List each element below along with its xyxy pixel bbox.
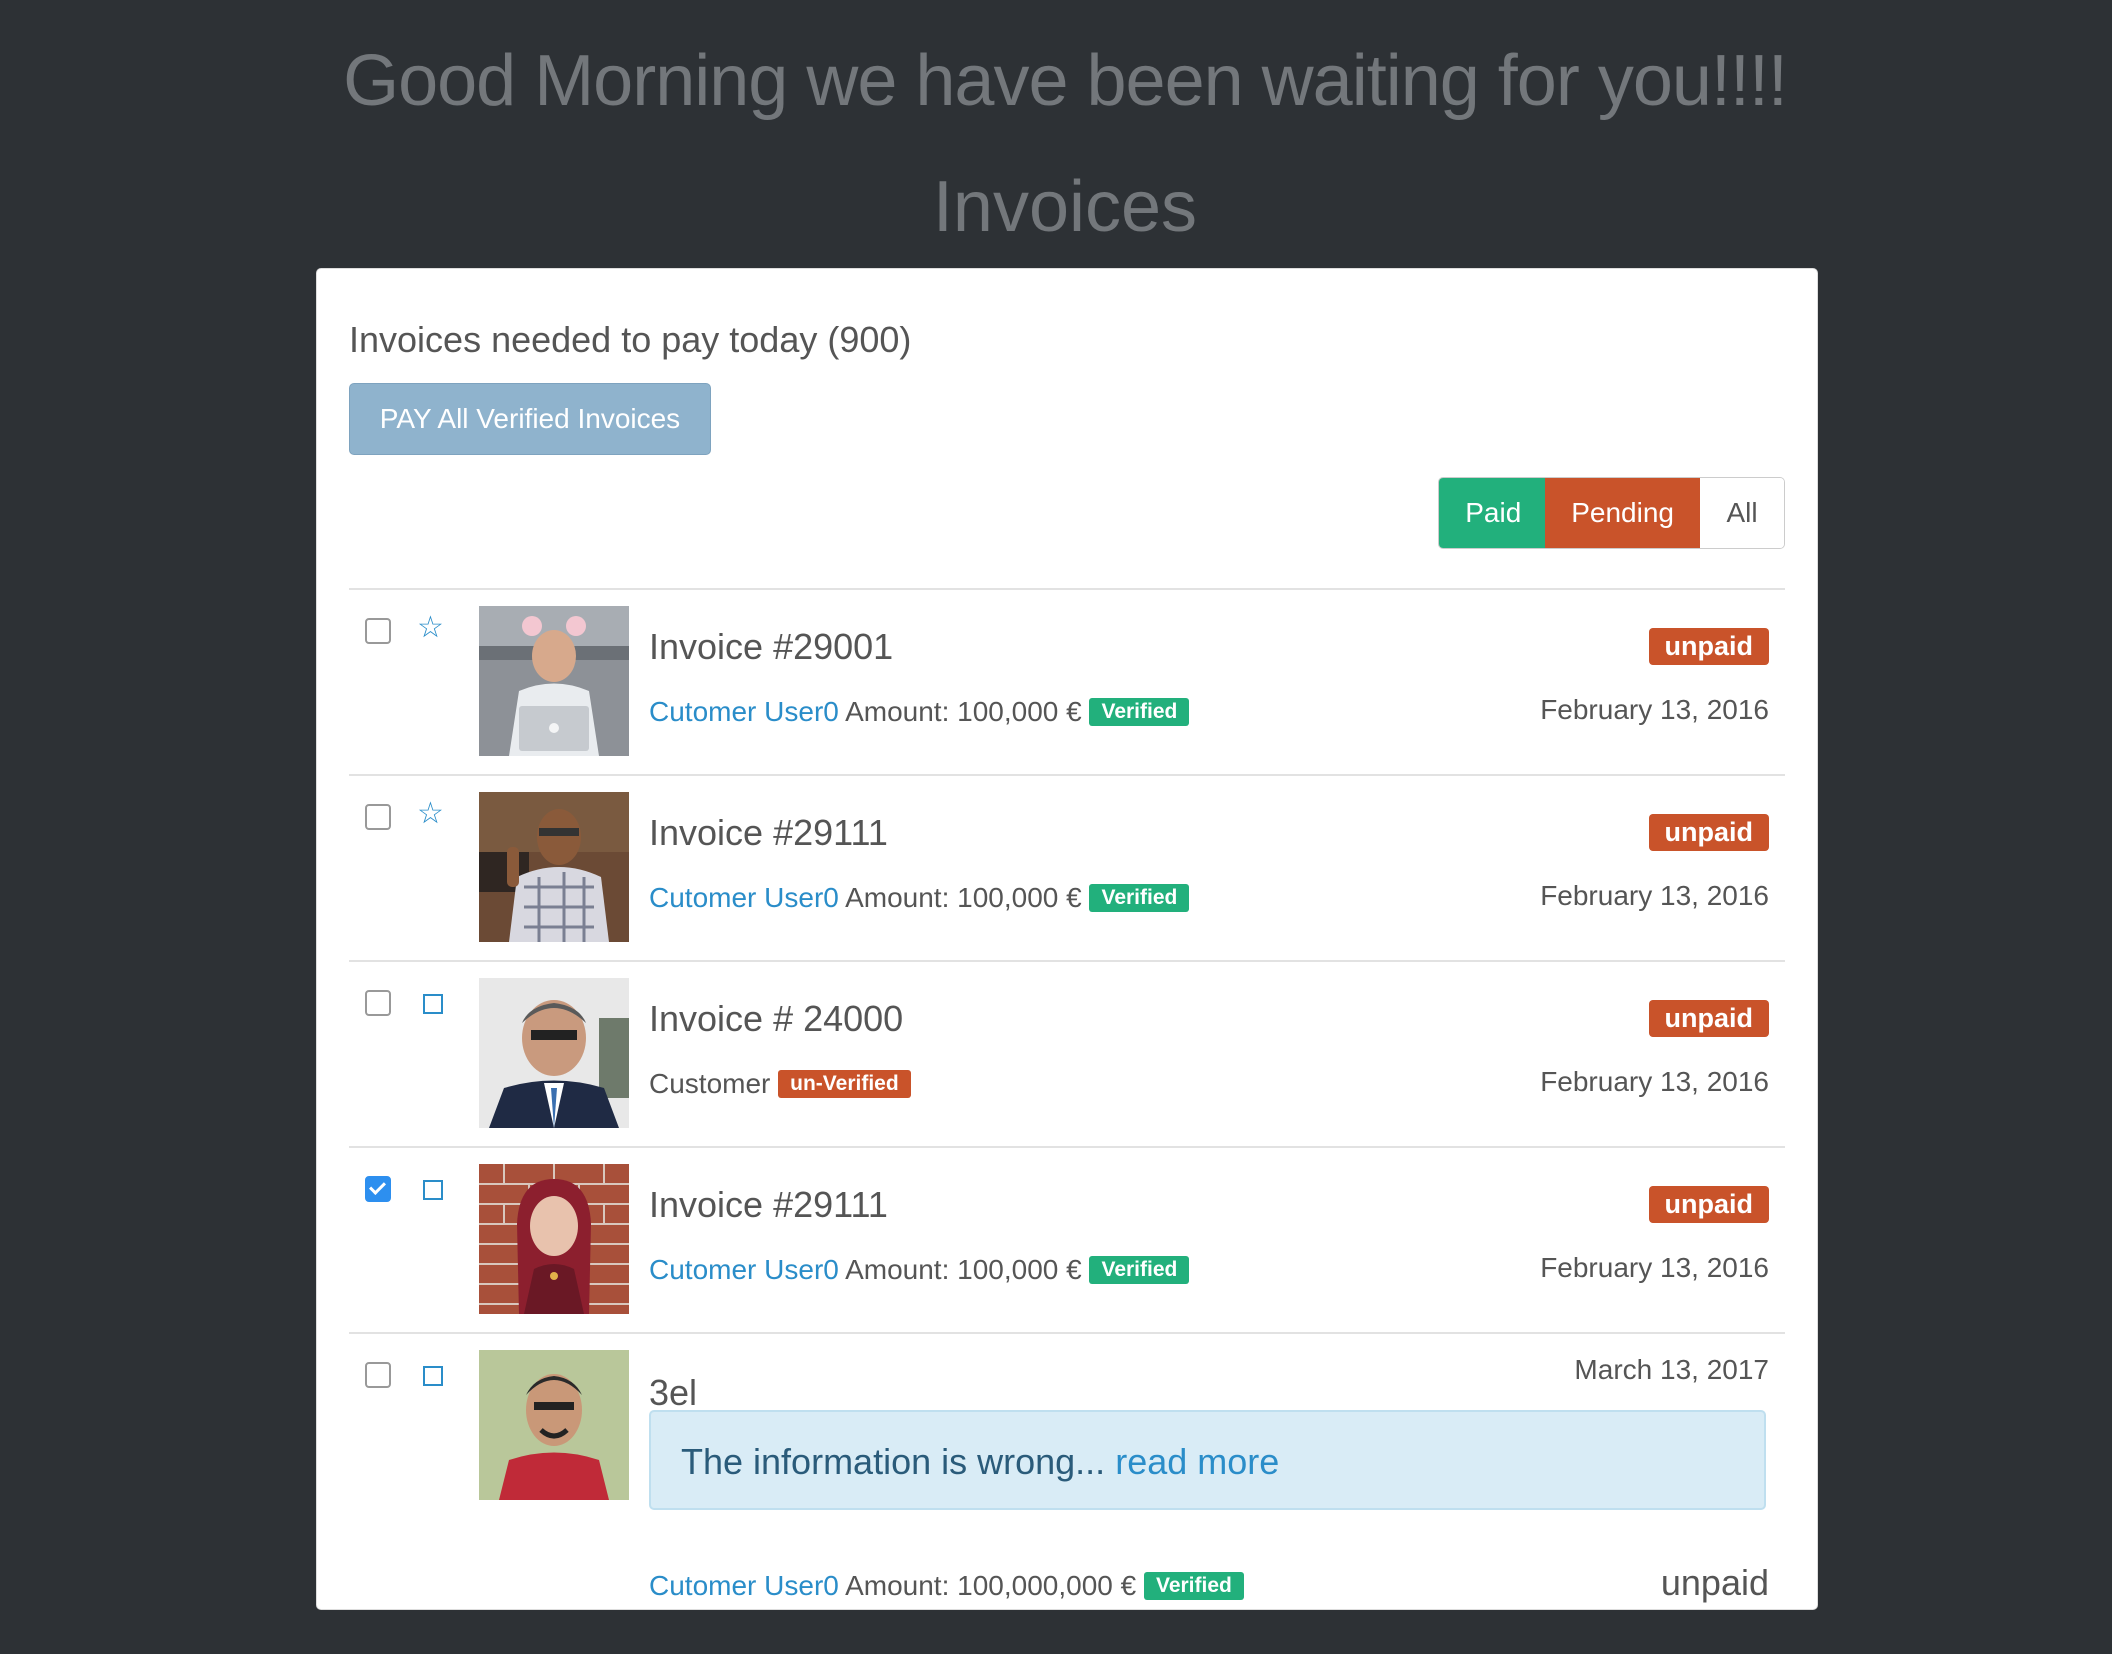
invoices-panel: Invoices needed to pay today (900) PAY A… [316, 268, 1818, 1610]
customer-avatar [479, 1164, 629, 1314]
status-badge: unpaid [1648, 814, 1769, 851]
message-author: 3el [649, 1372, 698, 1413]
invoice-row: Invoice #29111 Cutomer User0 Amount: 100… [349, 1146, 1785, 1332]
invoice-meta: Cutomer User0 Amount: 100,000,000 € Veri… [649, 1570, 1244, 1602]
invoice-title: Invoice # 24000 [649, 998, 904, 1039]
invoice-row: Invoice # 24000 Customer un-Verified unp… [349, 960, 1785, 1146]
square-icon[interactable] [423, 1366, 443, 1386]
message-date: March 13, 2017 [1574, 1354, 1769, 1385]
customer-link[interactable]: Cutomer User0 [649, 1254, 839, 1285]
filter-pending-button[interactable]: Pending [1545, 478, 1700, 548]
verified-badge: Verified [1089, 1256, 1190, 1284]
select-checkbox[interactable] [365, 804, 391, 830]
customer-link[interactable]: Cutomer User0 [649, 696, 839, 727]
customer-avatar [479, 978, 629, 1128]
panel-heading: Invoices needed to pay today (900) [349, 319, 912, 360]
invoice-date: February 13, 2016 [1540, 1252, 1769, 1283]
status-filter-group: Paid Pending All [1438, 477, 1785, 549]
invoice-amount: Amount: 100,000 € [845, 1254, 1082, 1285]
alert-message: The information is wrong... [681, 1441, 1106, 1482]
status-badge: unpaid [1648, 1000, 1769, 1037]
invoice-amount: Amount: 100,000 € [845, 882, 1082, 913]
filter-paid-button[interactable]: Paid [1439, 478, 1546, 548]
customer-avatar [479, 1350, 629, 1500]
star-icon[interactable]: ☆ [417, 610, 444, 645]
read-more-link[interactable]: read more [1115, 1441, 1279, 1482]
invoice-date: February 13, 2016 [1540, 880, 1769, 911]
invoice-row: ☆ Invoice #29111 Cutomer User0 Amount: 1… [349, 774, 1785, 960]
invoice-amount: Amount: 100,000 € [845, 696, 1082, 727]
invoice-title: Invoice #29111 [649, 1184, 888, 1225]
invoice-row: ☆ Invoice #29001 Cutomer User0 Amount: 1 [349, 588, 1785, 774]
square-icon[interactable] [423, 994, 443, 1014]
invoice-date: February 13, 2016 [1540, 1066, 1769, 1097]
status-text: unpaid [1660, 1562, 1769, 1603]
square-icon[interactable] [423, 1180, 443, 1200]
invoice-date: February 13, 2016 [1540, 694, 1769, 725]
verified-badge: Verified [1089, 698, 1190, 726]
status-badge: unpaid [1648, 628, 1769, 665]
customer-link[interactable]: Cutomer User0 [649, 882, 839, 913]
invoice-list: ☆ Invoice #29001 Cutomer User0 Amount: 1 [349, 588, 1785, 1654]
select-checkbox[interactable] [365, 618, 391, 644]
unverified-badge: un-Verified [778, 1070, 911, 1098]
status-badge: unpaid [1648, 1186, 1769, 1223]
filter-all-button[interactable]: All [1700, 478, 1784, 548]
greeting-heading: Good Morning we have been waiting for yo… [343, 41, 1788, 121]
select-checkbox[interactable] [365, 1176, 391, 1202]
pay-all-verified-button[interactable]: PAY All Verified Invoices [349, 383, 711, 455]
page-title: Invoices [932, 167, 1198, 247]
customer-avatar [479, 606, 629, 756]
customer-label: Customer [649, 1068, 771, 1099]
select-checkbox[interactable] [365, 1362, 391, 1388]
invoice-meta: Customer un-Verified [649, 1068, 911, 1100]
info-alert: The information is wrong... read more [649, 1410, 1766, 1510]
invoice-title: Invoice #29111 [649, 812, 888, 853]
invoice-meta: Cutomer User0 Amount: 100,000 € Verified [649, 882, 1190, 914]
customer-link[interactable]: Cutomer User0 [649, 1570, 839, 1601]
invoice-meta: Cutomer User0 Amount: 100,000 € Verified [649, 1254, 1190, 1286]
star-icon[interactable]: ☆ [417, 796, 444, 831]
invoice-amount: Amount: 100,000,000 € [845, 1570, 1137, 1601]
verified-badge: Verified [1143, 1572, 1244, 1600]
verified-badge: Verified [1089, 884, 1190, 912]
invoice-title: Invoice #29001 [649, 626, 894, 667]
select-checkbox[interactable] [365, 990, 391, 1016]
invoice-meta: Cutomer User0 Amount: 100,000 € Verified [649, 696, 1190, 728]
invoice-row: March 13, 2017 3el The information is wr… [349, 1332, 1785, 1654]
customer-avatar [479, 792, 629, 942]
